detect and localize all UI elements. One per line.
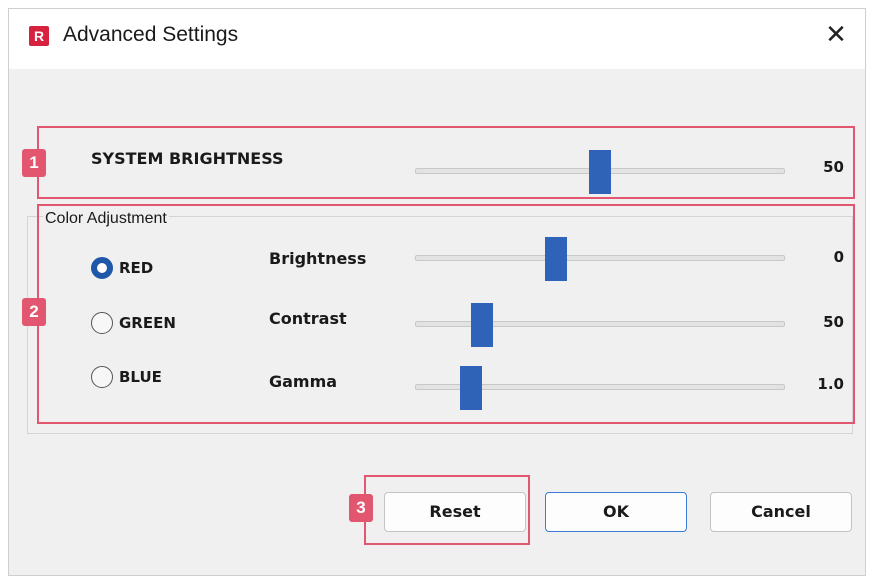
callout-badge-2: 2 — [22, 298, 46, 326]
callout-box-3 — [364, 475, 530, 545]
close-icon[interactable]: ✕ — [821, 19, 851, 49]
callout-box-2 — [37, 204, 855, 424]
callout-badge-1: 1 — [22, 149, 46, 177]
cancel-button[interactable]: Cancel — [710, 492, 852, 532]
callout-badge-3: 3 — [349, 494, 373, 522]
ok-button[interactable]: OK — [545, 492, 687, 532]
window-title: Advanced Settings — [63, 23, 239, 46]
app-logo-icon: R — [29, 26, 49, 46]
callout-box-1 — [37, 126, 855, 199]
title-bar: R Advanced Settings ✕ — [9, 9, 865, 69]
